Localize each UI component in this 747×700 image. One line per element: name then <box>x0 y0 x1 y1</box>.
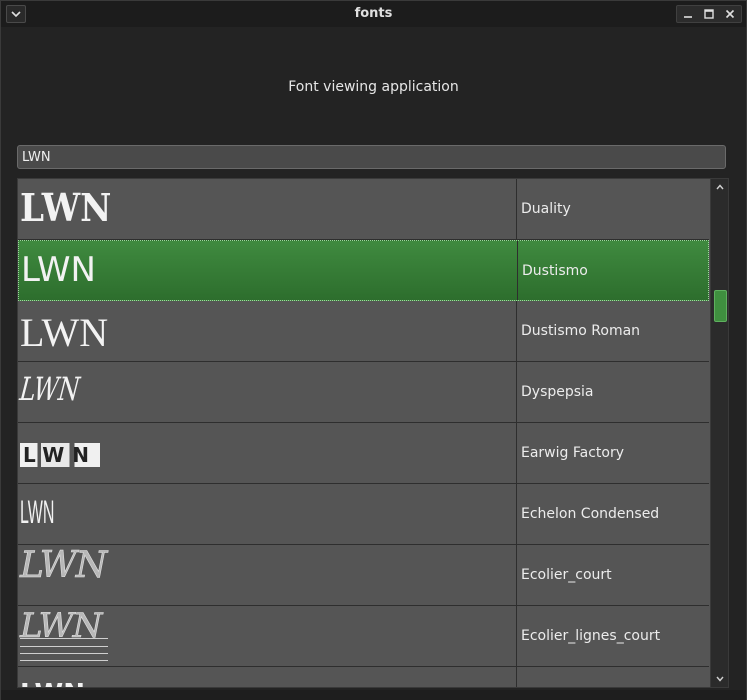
page-subtitle: Font viewing application <box>288 79 459 95</box>
font-row-partial[interactable]: LWN <box>18 667 709 687</box>
font-name: Dyspepsia <box>521 384 594 400</box>
window-bottom-edge <box>1 690 746 700</box>
scroll-up-icon <box>716 184 724 190</box>
font-row-dustismo-roman[interactable]: LWN Dustismo Roman <box>18 301 709 362</box>
font-row-duality[interactable]: LWN Duality <box>18 179 709 240</box>
maximize-button[interactable] <box>700 6 718 22</box>
window-title: fonts <box>354 6 393 21</box>
minimize-button[interactable] <box>679 6 697 22</box>
font-name: Echelon Condensed <box>521 506 660 522</box>
font-preview-text: LWN <box>20 679 85 687</box>
font-preview-cell: LWN <box>18 545 517 605</box>
scroll-down-button[interactable] <box>711 672 728 686</box>
scroll-up-button[interactable] <box>711 180 728 194</box>
font-name: Dustismo Roman <box>521 323 641 339</box>
font-search-input[interactable] <box>17 145 726 169</box>
font-preview-text: LWN <box>20 443 100 467</box>
scrollbar-thumb[interactable] <box>714 290 727 322</box>
font-name: Ecolier_lignes_court <box>521 628 661 644</box>
font-name: Dustismo <box>522 262 588 279</box>
font-preview-text: LWN <box>21 250 96 290</box>
font-preview-cell: LWN <box>18 667 517 687</box>
font-preview-text: LWN <box>20 185 112 230</box>
vertical-scrollbar[interactable] <box>710 179 728 687</box>
close-button[interactable] <box>721 6 739 22</box>
font-preview-text: LWN <box>20 494 55 530</box>
font-row-dyspepsia[interactable]: LWN Dyspepsia <box>18 362 709 423</box>
font-preview-cell: LWN <box>18 362 517 422</box>
maximize-icon <box>704 9 714 19</box>
font-row-ecolier-court[interactable]: LWN Ecolier_court <box>18 545 709 606</box>
font-row-ecolier-lignes-court[interactable]: LWN Ecolier_lignes_court <box>18 606 709 667</box>
font-preview-cell: LWN <box>18 179 517 239</box>
font-name: Duality <box>521 201 571 217</box>
close-icon <box>726 9 735 19</box>
font-preview-cell: LWN <box>18 301 517 361</box>
font-row-dustismo[interactable]: LWN Dustismo <box>18 240 709 301</box>
font-name: Earwig Factory <box>521 445 624 461</box>
font-preview-text: LWN <box>20 310 109 355</box>
font-preview-cell: LWN <box>18 423 517 483</box>
font-name: Ecolier_court <box>521 567 612 583</box>
font-preview-text: LWN <box>20 545 108 586</box>
font-preview-cell: LWN <box>18 484 517 544</box>
font-preview-cell: LWN <box>19 241 518 300</box>
font-row-echelon-condensed[interactable]: LWN Echelon Condensed <box>18 484 709 545</box>
font-list: LWN Duality LWN Dustismo LWN Dustismo Ro… <box>17 178 729 688</box>
title-bar: fonts <box>1 1 746 27</box>
scroll-down-icon <box>716 676 724 682</box>
app-window: fonts Font viewing application LWN LWN D… <box>0 0 747 700</box>
font-preview-text: LWN <box>18 370 82 408</box>
font-preview-cell: LWN <box>18 606 517 666</box>
minimize-icon <box>683 16 692 18</box>
font-preview-text: LWN <box>20 606 103 646</box>
font-row-earwig-factory[interactable]: LWN Earwig Factory <box>18 423 709 484</box>
window-controls <box>676 5 742 23</box>
